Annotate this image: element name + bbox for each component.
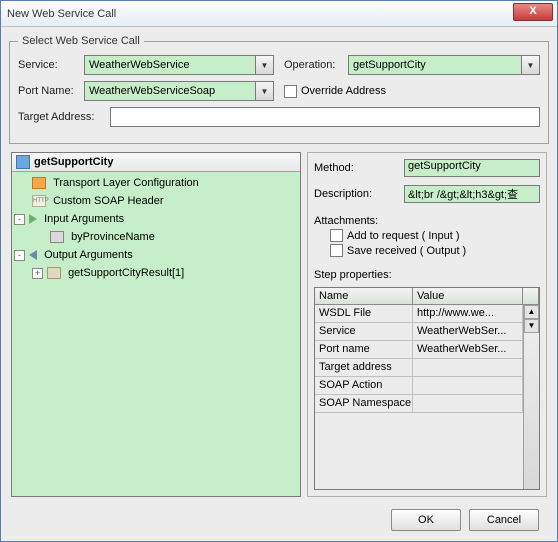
expand-icon[interactable]: +	[32, 268, 43, 279]
scroll-up-icon[interactable]: ▲	[524, 305, 539, 319]
operation-select[interactable]: getSupportCity	[348, 55, 540, 75]
attachments-label: Attachments:	[314, 215, 540, 227]
cell-name: Service	[315, 323, 413, 341]
tree-item-input-args[interactable]: - Input Arguments	[14, 210, 298, 228]
collapse-icon[interactable]: -	[14, 214, 25, 225]
tree-item-byprovince[interactable]: byProvinceName	[14, 228, 298, 246]
description-label: Description:	[314, 188, 400, 200]
close-button[interactable]: X	[513, 3, 553, 21]
tree-item-result[interactable]: + getSupportCityResult[1]	[14, 264, 298, 282]
cell-value: http://www.we...	[413, 305, 523, 323]
col-corner	[523, 288, 539, 304]
stack-icon	[47, 267, 61, 279]
add-to-request-checkbox[interactable]: Add to request ( Input )	[330, 229, 540, 242]
portname-value: WeatherWebServiceSoap	[89, 85, 215, 97]
cell-name: Target address	[315, 359, 413, 377]
table-row[interactable]: SOAP Namespace	[315, 395, 523, 413]
cell-name: WSDL File	[315, 305, 413, 323]
cell-value	[413, 395, 523, 413]
cancel-button[interactable]: Cancel	[469, 509, 539, 531]
cell-value	[413, 377, 523, 395]
select-service-group: Select Web Service Call Service: Weather…	[9, 35, 549, 144]
ok-button[interactable]: OK	[391, 509, 461, 531]
param-icon	[50, 231, 64, 243]
properties-table: Name Value WSDL Filehttp://www.we...Serv…	[314, 287, 540, 490]
button-bar: OK Cancel	[9, 503, 549, 537]
operation-label: Operation:	[284, 59, 342, 71]
operation-value: getSupportCity	[353, 59, 426, 71]
service-label: Service:	[18, 59, 78, 71]
tree-root-row[interactable]: getSupportCity	[12, 153, 300, 172]
arrow-out-icon	[29, 250, 37, 260]
target-address-input[interactable]	[110, 107, 540, 127]
save-received-checkbox[interactable]: Save received ( Output )	[330, 244, 540, 257]
chevron-down-icon	[255, 82, 273, 100]
col-value[interactable]: Value	[413, 288, 523, 304]
table-row[interactable]: WSDL Filehttp://www.we...	[315, 305, 523, 323]
chevron-down-icon	[255, 56, 273, 74]
cell-name: Port name	[315, 341, 413, 359]
tree-pane: getSupportCity Transport Layer Configura…	[11, 152, 301, 497]
table-row[interactable]: ServiceWeatherWebSer...	[315, 323, 523, 341]
portname-select[interactable]: WeatherWebServiceSoap	[84, 81, 274, 101]
details-pane: Method: getSupportCity Description: &lt;…	[307, 152, 547, 497]
cell-name: SOAP Namespace	[315, 395, 413, 413]
override-label: Override Address	[301, 85, 386, 97]
cell-name: SOAP Action	[315, 377, 413, 395]
window-title: New Web Service Call	[7, 8, 116, 20]
method-field[interactable]: getSupportCity	[404, 159, 540, 177]
cell-value: WeatherWebSer...	[413, 323, 523, 341]
http-icon: HTTP	[32, 195, 46, 207]
group-legend: Select Web Service Call	[18, 35, 144, 47]
checkbox-icon	[330, 229, 343, 242]
step-properties-label: Step properties:	[314, 269, 540, 281]
checkbox-icon	[284, 85, 297, 98]
cell-value: WeatherWebSer...	[413, 341, 523, 359]
scrollbar[interactable]: ▲ ▼	[523, 305, 539, 489]
tree-root-label: getSupportCity	[34, 156, 113, 168]
main-split: getSupportCity Transport Layer Configura…	[11, 152, 547, 497]
table-row[interactable]: Target address	[315, 359, 523, 377]
dialog-window: New Web Service Call X Select Web Servic…	[0, 0, 558, 542]
table-row[interactable]: SOAP Action	[315, 377, 523, 395]
portname-label: Port Name:	[18, 85, 78, 97]
table-header: Name Value	[315, 288, 539, 305]
arrow-in-icon	[29, 214, 37, 224]
tree-item-transport[interactable]: Transport Layer Configuration	[14, 174, 298, 192]
target-address-label: Target Address:	[18, 111, 104, 123]
col-name[interactable]: Name	[315, 288, 413, 304]
description-field[interactable]: &lt;br /&gt;&lt;h3&gt;查	[404, 185, 540, 203]
override-address-checkbox[interactable]: Override Address	[284, 85, 386, 98]
globe-icon	[16, 155, 30, 169]
scroll-down-icon[interactable]: ▼	[524, 319, 539, 333]
tree-body: Transport Layer Configuration HTTP Custo…	[12, 172, 300, 496]
cell-value	[413, 359, 523, 377]
service-select[interactable]: WeatherWebService	[84, 55, 274, 75]
close-icon: X	[529, 5, 536, 17]
checkbox-icon	[330, 244, 343, 257]
table-body: WSDL Filehttp://www.we...ServiceWeatherW…	[315, 305, 523, 489]
method-label: Method:	[314, 162, 400, 174]
table-row[interactable]: Port nameWeatherWebSer...	[315, 341, 523, 359]
tree-item-soap-header[interactable]: HTTP Custom SOAP Header	[14, 192, 298, 210]
tree-item-output-args[interactable]: - Output Arguments	[14, 246, 298, 264]
service-value: WeatherWebService	[89, 59, 189, 71]
collapse-icon[interactable]: -	[14, 250, 25, 261]
truck-icon	[32, 177, 46, 189]
dialog-body: Select Web Service Call Service: Weather…	[1, 27, 557, 541]
titlebar: New Web Service Call X	[1, 1, 557, 27]
chevron-down-icon	[521, 56, 539, 74]
